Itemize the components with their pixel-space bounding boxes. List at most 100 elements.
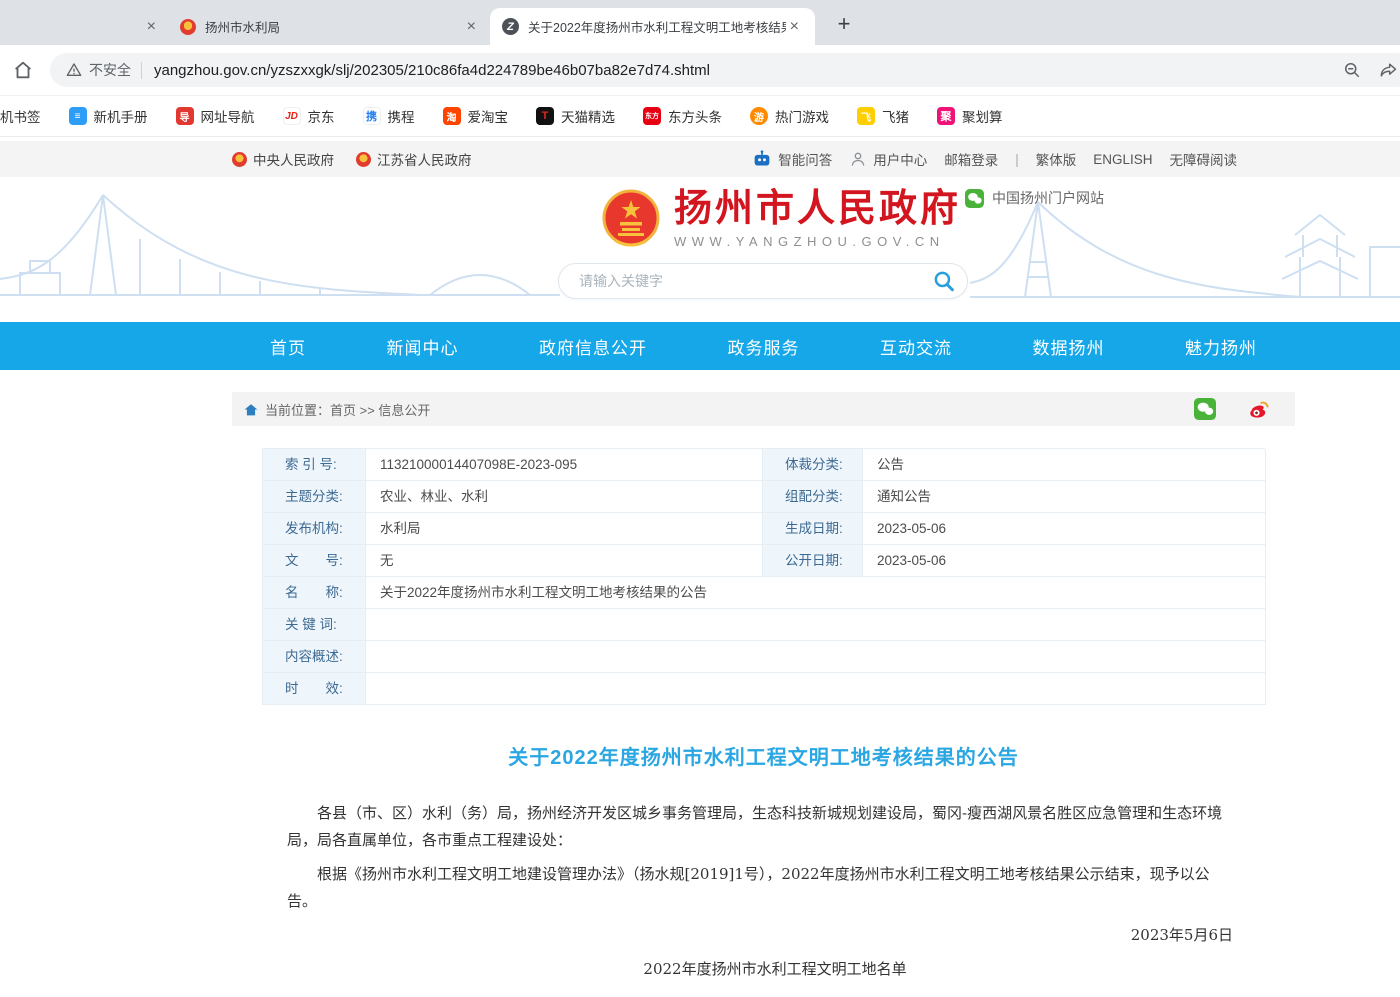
tab-close-icon[interactable]: × — [786, 17, 803, 37]
bookmark-aitaobao[interactable]: 淘 爱淘宝 — [443, 106, 509, 126]
info-label: 关 键 词: — [263, 609, 366, 641]
site-favicon: Z — [502, 18, 519, 35]
link-smart-qa[interactable]: 智能问答 — [752, 149, 832, 169]
nav-interaction[interactable]: 互动交流 — [880, 334, 952, 359]
ctrip-icon: 携 — [363, 107, 381, 125]
bookmark-juhuasuan[interactable]: 聚 聚划算 — [937, 106, 1003, 126]
bookmark-eastday[interactable]: 东方 东方头条 — [643, 106, 722, 126]
tab-cutoff[interactable]: × — [0, 8, 170, 45]
wechat-icon — [965, 189, 984, 208]
info-label: 索 引 号: — [263, 449, 366, 481]
info-label: 组配分类: — [763, 481, 863, 513]
search-input[interactable] — [577, 272, 932, 290]
info-value — [366, 641, 1266, 673]
home-icon — [244, 403, 258, 416]
link-user-center[interactable]: 用户中心 — [849, 149, 927, 169]
bookmark-jd[interactable]: JD 京东 — [283, 106, 335, 126]
home-icon[interactable] — [12, 59, 34, 81]
link-jiangsu-gov[interactable]: 江苏省人民政府 — [356, 149, 472, 169]
article-paragraph: 各县（市、区）水利（务）局，扬州经济开发区城乡事务管理局，生态科技新城规划建设局… — [287, 800, 1233, 854]
nav-home[interactable]: 首页 — [270, 334, 306, 359]
share-icon[interactable] — [1378, 60, 1398, 80]
wechat-share-icon[interactable] — [1194, 398, 1216, 420]
manual-icon: ≡ — [69, 107, 87, 125]
info-value: 2023-05-06 — [863, 513, 1266, 545]
link-traditional[interactable]: 繁体版 — [1036, 149, 1077, 169]
search-icon[interactable] — [932, 269, 957, 294]
bookmark-hot-games[interactable]: 游 热门游戏 — [750, 106, 829, 126]
link-mail-login[interactable]: 邮箱登录 — [944, 149, 998, 169]
banner-art-bridge-left — [0, 177, 560, 322]
bookmark-label: 网址导航 — [201, 106, 255, 126]
nav-data-yangzhou[interactable]: 数据扬州 — [1033, 334, 1105, 359]
info-value: 2023-05-06 — [863, 545, 1266, 577]
portal-link[interactable]: 中国扬州门户网站 — [965, 188, 1104, 208]
site-logo[interactable]: 扬州市人民政府 WWW.YANGZHOU.GOV.CN — [600, 187, 961, 251]
security-label: 不安全 — [89, 60, 131, 80]
info-label: 生成日期: — [763, 513, 863, 545]
zoom-out-icon[interactable] — [1342, 60, 1362, 80]
page-content: 当前位置：首页 >> 信息公开 索 引 号: 11321000014407098… — [232, 392, 1295, 983]
jd-icon: JD — [283, 107, 301, 125]
eastday-icon: 东方 — [643, 107, 661, 125]
bookmark-ctrip[interactable]: 携 携程 — [363, 106, 415, 126]
bookmark-label: 京东 — [308, 106, 335, 126]
person-icon — [849, 150, 867, 168]
link-label: 智能问答 — [778, 149, 832, 169]
browser-tab-strip: × 扬州市水利局 × Z 关于2022年度扬州市水利工程文明工地考核结果的公告 … — [0, 0, 1400, 45]
info-label: 文 号: — [263, 545, 366, 577]
nav-gov-services[interactable]: 政务服务 — [728, 334, 800, 359]
site-domain: WWW.YANGZHOU.GOV.CN — [674, 234, 961, 249]
bookmark-label: 爱淘宝 — [468, 106, 509, 126]
info-value: 通知公告 — [863, 481, 1266, 513]
bookmark-label: 东方头条 — [668, 106, 722, 126]
article-date: 2023年5月6日 — [287, 922, 1233, 949]
divider: | — [1015, 152, 1019, 167]
info-label: 体裁分类: — [763, 449, 863, 481]
tab-active-announcement[interactable]: Z 关于2022年度扬州市水利工程文明工地考核结果的公告 × — [490, 8, 815, 45]
nav-news-center[interactable]: 新闻中心 — [387, 334, 459, 359]
url-omnibox[interactable]: 不安全 yangzhou.gov.cn/yzszxxgk/slj/202305/… — [50, 53, 1400, 87]
link-accessibility[interactable]: 无障碍阅读 — [1170, 149, 1238, 169]
tmall-icon: T — [536, 107, 554, 125]
emblem-icon — [232, 152, 247, 167]
info-value: 水利局 — [366, 513, 763, 545]
url-text: yangzhou.gov.cn/yzszxxgk/slj/202305/210c… — [154, 62, 1332, 79]
info-value — [366, 609, 1266, 641]
bookmark-site-navigation[interactable]: 导 网址导航 — [176, 106, 255, 126]
divider — [141, 62, 142, 79]
info-label: 发布机构: — [263, 513, 366, 545]
gov-link-label: 中央人民政府 — [253, 149, 334, 169]
tab-yangzhou-water-bureau[interactable]: 扬州市水利局 × — [170, 8, 490, 45]
site-nav-icon: 导 — [176, 107, 194, 125]
bookmark-phone-bookmarks[interactable]: 机书签 — [0, 106, 41, 126]
tab-title: 扬州市水利局 — [205, 17, 463, 36]
weibo-share-icon[interactable] — [1246, 398, 1269, 421]
bookmark-new-device-manual[interactable]: ≡ 新机手册 — [69, 106, 148, 126]
tab-close-icon[interactable]: × — [463, 17, 480, 37]
link-label: 用户中心 — [873, 149, 927, 169]
info-value: 11321000014407098E-2023-095 — [366, 449, 763, 481]
new-tab-button[interactable]: + — [830, 10, 858, 38]
bookmark-label: 携程 — [388, 106, 415, 126]
link-central-gov[interactable]: 中央人民政府 — [232, 149, 334, 169]
info-value: 关于2022年度扬州市水利工程文明工地考核结果的公告 — [366, 577, 1266, 609]
tab-title: 关于2022年度扬州市水利工程文明工地考核结果的公告 — [528, 17, 786, 36]
warning-icon — [66, 62, 82, 78]
article-body: 各县（市、区）水利（务）局，扬州经济开发区城乡事务管理局，生态科技新城规划建设局… — [287, 800, 1233, 983]
tab-close-icon[interactable]: × — [143, 17, 160, 37]
link-english[interactable]: ENGLISH — [1093, 152, 1152, 167]
breadcrumb-path[interactable]: 当前位置：首页 >> 信息公开 — [265, 400, 430, 419]
bookmark-label: 热门游戏 — [775, 106, 829, 126]
main-navigation: 首页 新闻中心 政府信息公开 政务服务 互动交流 数据扬州 魅力扬州 — [0, 322, 1400, 370]
taobao-icon: 淘 — [443, 107, 461, 125]
bookmark-fliggy[interactable]: 飞 飞猪 — [857, 106, 909, 126]
bookmark-tmall[interactable]: T 天猫精选 — [536, 106, 615, 126]
nav-charming-yangzhou[interactable]: 魅力扬州 — [1185, 334, 1257, 359]
fliggy-icon: 飞 — [857, 107, 875, 125]
bookmark-label: 天猫精选 — [561, 106, 615, 126]
bookmark-label: 聚划算 — [962, 106, 1003, 126]
robot-icon — [752, 150, 772, 168]
nav-gov-info-disclosure[interactable]: 政府信息公开 — [539, 334, 647, 359]
bookmark-label: 新机手册 — [94, 106, 148, 126]
